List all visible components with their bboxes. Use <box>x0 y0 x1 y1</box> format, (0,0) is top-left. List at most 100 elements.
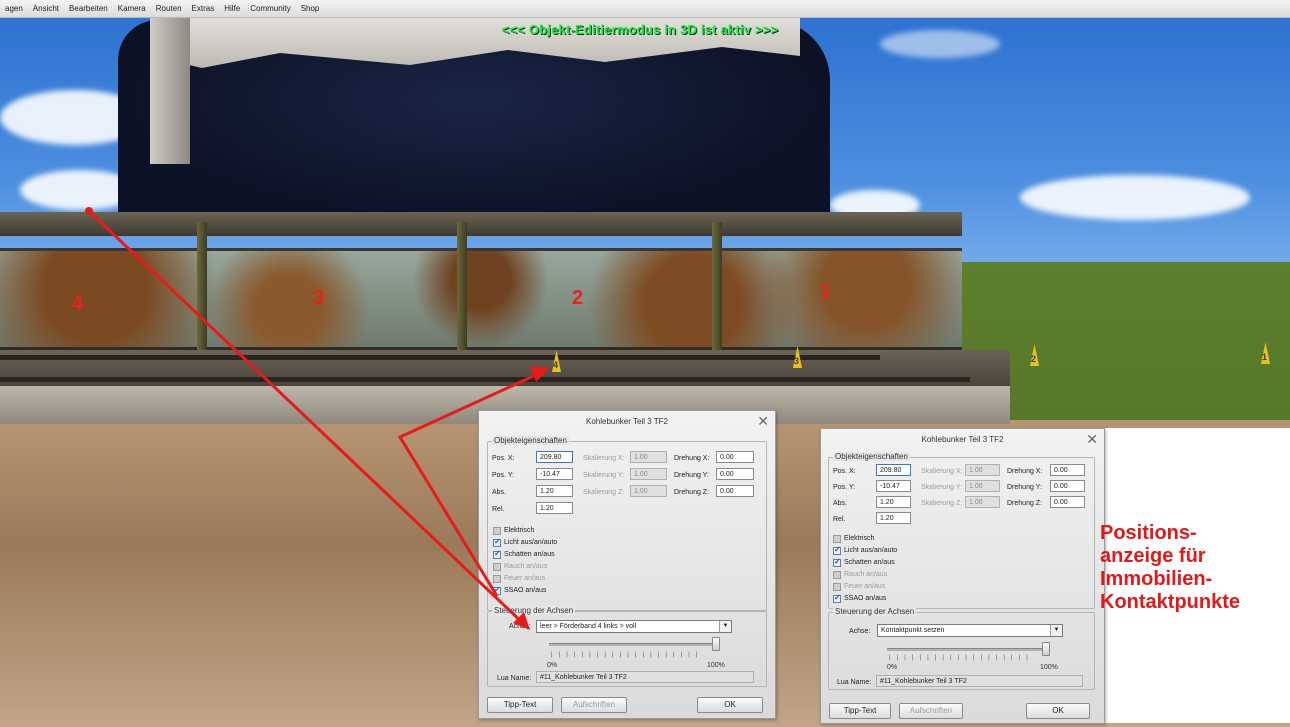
checkbox-label: Elektrisch <box>504 527 535 534</box>
menu-item-bearbeiten[interactable]: Bearbeiten <box>64 4 113 13</box>
axes-label: Achse: <box>509 623 531 630</box>
close-icon[interactable]: ✕ <box>757 414 769 428</box>
tip-text-button[interactable]: Tipp-Text <box>487 697 553 713</box>
aufschriften-button[interactable]: Aufschriften <box>899 703 963 719</box>
group-title: Steuerung der Achsen <box>492 606 576 615</box>
pos-x-field[interactable]: 209.80 <box>876 464 911 476</box>
menu-item-extras[interactable]: Extras <box>187 4 220 13</box>
rail <box>0 355 880 360</box>
scale-x-field[interactable]: 1.00 <box>630 451 667 463</box>
tip-text-button[interactable]: Tipp-Text <box>829 703 891 719</box>
scale-x-field[interactable]: 1.00 <box>965 464 1000 476</box>
axes-dropdown[interactable]: Kontaktpunkt setzen ▼ <box>877 624 1063 637</box>
abs-field[interactable]: 1.20 <box>536 485 573 497</box>
rotation-z-field[interactable]: 0.00 <box>1050 496 1085 508</box>
checkbox-label: Feuer an/aus <box>844 583 886 590</box>
axes-slider-thumb[interactable] <box>1042 642 1050 656</box>
schatten-checkbox[interactable] <box>493 549 501 559</box>
scale-x-label: Skalierung X: <box>583 455 625 462</box>
slider-ticks: | | | | | | | | | | | | | | | | | | | | <box>551 652 700 658</box>
position-display-note: Positions- anzeige für Immobilien- Konta… <box>1100 522 1240 614</box>
axes-label: Achse: <box>849 628 871 635</box>
edit-mode-banner: <<< Objekt-Editiermodus in 3D ist aktiv … <box>501 22 779 37</box>
slider-min-label: 0% <box>887 664 898 671</box>
scale-y-label: Skalierung Y: <box>921 484 963 491</box>
aufschriften-button[interactable]: Aufschriften <box>561 697 627 713</box>
lua-name-label: Lua Name: <box>837 679 872 686</box>
axes-slider-track[interactable] <box>887 648 1047 651</box>
chevron-down-icon[interactable]: ▼ <box>719 621 731 632</box>
abs-label: Abs. <box>492 489 507 496</box>
ssao-checkbox[interactable] <box>833 593 841 603</box>
slider-min-label: 0% <box>547 662 558 669</box>
rotation-x-field[interactable]: 0.00 <box>716 451 754 463</box>
chevron-down-icon[interactable]: ▼ <box>1050 625 1062 636</box>
pos-x-field[interactable]: 209.80 <box>536 451 573 463</box>
rotation-y-field[interactable]: 0.00 <box>716 468 754 480</box>
rotation-z-field[interactable]: 0.00 <box>716 485 754 497</box>
feuer-checkbox[interactable] <box>493 575 501 583</box>
menu-item-shop[interactable]: Shop <box>296 4 325 13</box>
elektrisch-checkbox[interactable] <box>833 535 841 543</box>
ssao-checkbox[interactable] <box>493 585 501 595</box>
group-title: Steuerung der Achsen <box>833 607 917 616</box>
slider-max-label: 100% <box>707 662 725 669</box>
checkbox-label: Rauch an/aus <box>504 563 548 570</box>
licht-checkbox[interactable] <box>833 545 841 555</box>
abs-field[interactable]: 1.20 <box>876 496 911 508</box>
rel-field[interactable]: 1.20 <box>876 512 911 524</box>
slider-ticks: | | | | | | | | | | | | | | | | | | | <box>889 655 1031 661</box>
checkbox-label: Schatten an/aus <box>844 559 895 566</box>
dialog-title: Kohlebunker Teil 3 TF2 <box>586 417 668 426</box>
note-line: Kontaktpunkte <box>1100 591 1240 613</box>
rotation-x-label: Drehung X: <box>674 455 710 462</box>
dialog-title: Kohlebunker Teil 3 TF2 <box>921 435 1004 444</box>
ok-button[interactable]: OK <box>697 697 763 713</box>
axes-slider-thumb[interactable] <box>712 637 720 651</box>
bunker-pillar <box>150 14 190 164</box>
pos-y-field[interactable]: -10.47 <box>536 468 573 480</box>
pos-y-field[interactable]: -10.47 <box>876 480 911 492</box>
scale-z-field[interactable]: 1.00 <box>630 485 667 497</box>
licht-checkbox[interactable] <box>493 537 501 547</box>
checkbox-label: Rauch an/aus <box>844 571 888 578</box>
close-icon[interactable]: ✕ <box>1086 432 1098 446</box>
scale-y-label: Skalierung Y: <box>583 472 625 479</box>
checkbox-label: SSAO an/aus <box>504 587 547 594</box>
feuer-checkbox[interactable] <box>833 583 841 591</box>
conveyor-deck <box>0 212 962 236</box>
note-line: Immobilien- <box>1100 568 1213 590</box>
rel-field[interactable]: 1.20 <box>536 502 573 514</box>
object-properties-dialog: Kohlebunker Teil 3 TF2 ✕ Objekteigenscha… <box>478 410 776 719</box>
menu-item-community[interactable]: Community <box>245 4 295 13</box>
scale-y-field[interactable]: 1.00 <box>965 480 1000 492</box>
axes-dropdown-value: leer > Förderband 4 links > voll <box>540 623 637 630</box>
checkbox-label: Elektrisch <box>844 535 875 542</box>
pos-y-label: Pos. Y: <box>492 472 515 479</box>
checkbox-label: Licht aus/an/auto <box>504 539 558 546</box>
axes-slider-track[interactable] <box>549 643 717 646</box>
checkbox-label: SSAO an/aus <box>844 595 887 602</box>
menu-item-kamera[interactable]: Kamera <box>113 4 151 13</box>
scale-x-label: Skalierung X: <box>921 468 963 475</box>
cloud <box>880 30 1000 58</box>
ok-button[interactable]: OK <box>1026 703 1090 719</box>
scale-z-field[interactable]: 1.00 <box>965 496 1000 508</box>
menu-item[interactable]: agen <box>0 4 28 13</box>
rotation-y-field[interactable]: 0.00 <box>1050 480 1085 492</box>
lua-name-field: #11_Kohlebunker Teil 3 TF2 <box>536 671 754 683</box>
rotation-x-field[interactable]: 0.00 <box>1050 464 1085 476</box>
conveyor-housing <box>0 248 962 350</box>
rotation-x-label: Drehung X: <box>1007 468 1043 475</box>
menu-item-hilfe[interactable]: Hilfe <box>219 4 245 13</box>
rauch-checkbox[interactable] <box>833 571 841 579</box>
rel-label: Rel. <box>492 506 505 513</box>
scale-y-field[interactable]: 1.00 <box>630 468 667 480</box>
axes-dropdown[interactable]: leer > Förderband 4 links > voll ▼ <box>536 620 732 633</box>
rauch-checkbox[interactable] <box>493 563 501 571</box>
menu-item-ansicht[interactable]: Ansicht <box>28 4 64 13</box>
schatten-checkbox[interactable] <box>833 557 841 567</box>
elektrisch-checkbox[interactable] <box>493 527 501 535</box>
checkbox-label: Feuer an/aus <box>504 575 546 582</box>
menu-item-routen[interactable]: Routen <box>151 4 187 13</box>
